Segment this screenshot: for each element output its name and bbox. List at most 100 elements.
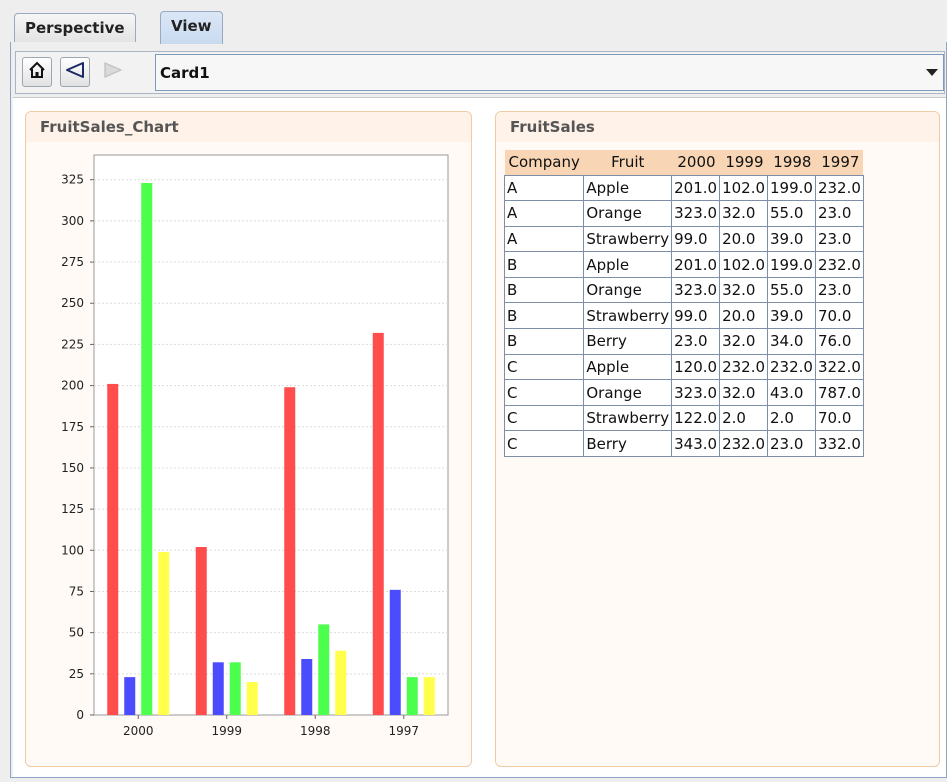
table-cell[interactable]: 232.0 (719, 353, 769, 381)
table-cell[interactable]: Orange (583, 276, 673, 304)
bar[interactable] (229, 662, 241, 715)
bar[interactable] (389, 589, 401, 715)
table-row[interactable]: B Strawberry 99.0 20.0 39.0 70.0 (503, 302, 864, 330)
table-cell[interactable]: C (503, 430, 585, 458)
table-cell[interactable]: 232.0 (767, 353, 816, 381)
bar[interactable] (372, 332, 384, 715)
tab-perspective[interactable]: Perspective (14, 13, 136, 43)
table-cell[interactable]: 32.0 (719, 379, 769, 406)
table-cell[interactable]: 102.0 (719, 174, 769, 202)
table-cell[interactable]: 332.0 (814, 430, 864, 458)
table-cell[interactable]: B (503, 251, 585, 278)
table-cell[interactable]: 23.0 (814, 200, 864, 227)
bar[interactable] (141, 183, 153, 715)
table-cell[interactable]: Apple (583, 353, 673, 381)
table-cell[interactable]: 232.0 (719, 430, 769, 458)
table-cell[interactable]: 232.0 (814, 174, 864, 202)
home-button[interactable] (22, 57, 52, 87)
table-cell[interactable]: 55.0 (767, 276, 816, 304)
column-header[interactable]: 2000 (671, 150, 720, 175)
table-cell[interactable]: Strawberry (583, 404, 673, 432)
table-row[interactable]: B Orange 323.0 32.0 55.0 23.0 (503, 276, 864, 304)
forward-button[interactable] (98, 57, 128, 87)
table-cell[interactable]: Apple (583, 251, 673, 278)
table-row[interactable]: C Apple 120.0 232.0 232.0 322.0 (503, 353, 864, 381)
bar[interactable] (335, 650, 347, 715)
tab-view[interactable]: View (160, 11, 223, 44)
table-cell[interactable]: B (503, 276, 585, 304)
column-header[interactable]: Fruit (583, 150, 672, 175)
table-row[interactable]: A Apple 201.0 102.0 199.0 232.0 (503, 174, 864, 202)
bar[interactable] (301, 659, 313, 715)
column-header[interactable]: Company (504, 150, 584, 175)
table-cell[interactable]: 20.0 (719, 225, 769, 253)
table-cell[interactable]: 201.0 (671, 251, 721, 278)
table-cell[interactable]: 122.0 (671, 404, 721, 432)
table-cell[interactable]: C (503, 379, 585, 406)
table-cell[interactable]: 20.0 (719, 302, 769, 330)
table-cell[interactable]: 199.0 (767, 251, 816, 278)
table-cell[interactable]: 232.0 (814, 251, 864, 278)
bar[interactable] (195, 547, 207, 715)
table-row[interactable]: C Strawberry 122.0 2.0 2.0 70.0 (503, 404, 864, 432)
table-row[interactable]: C Berry 343.0 232.0 23.0 332.0 (503, 430, 864, 458)
table-cell[interactable]: 34.0 (767, 328, 816, 355)
bar[interactable] (406, 677, 418, 715)
table-row[interactable]: B Apple 201.0 102.0 199.0 232.0 (503, 251, 864, 278)
table-cell[interactable]: 23.0 (671, 328, 721, 355)
table-row[interactable]: C Orange 323.0 32.0 43.0 787.0 (503, 379, 864, 406)
table-cell[interactable]: B (503, 328, 585, 355)
table-cell[interactable]: 55.0 (767, 200, 816, 227)
table-cell[interactable]: 99.0 (671, 302, 721, 330)
table-cell[interactable]: 70.0 (814, 302, 864, 330)
table-cell[interactable]: 70.0 (814, 404, 864, 432)
table-cell[interactable]: 39.0 (767, 225, 816, 253)
table-cell[interactable]: 102.0 (719, 251, 769, 278)
table-cell[interactable]: 23.0 (767, 430, 816, 458)
table-cell[interactable]: 23.0 (814, 225, 864, 253)
table-cell[interactable]: 2.0 (767, 404, 816, 432)
bar[interactable] (318, 624, 330, 715)
table-cell[interactable]: Orange (583, 200, 673, 227)
table-cell[interactable]: 23.0 (814, 276, 864, 304)
table-cell[interactable]: 76.0 (814, 328, 864, 355)
table-cell[interactable]: 323.0 (671, 276, 721, 304)
table-cell[interactable]: 43.0 (767, 379, 816, 406)
table-cell[interactable]: 2.0 (719, 404, 769, 432)
table-cell[interactable]: A (503, 225, 585, 253)
table-cell[interactable]: 32.0 (719, 200, 769, 227)
table-cell[interactable]: 323.0 (671, 200, 721, 227)
table-cell[interactable]: Apple (583, 174, 673, 202)
table-cell[interactable]: A (503, 174, 585, 202)
column-header[interactable]: 1998 (767, 150, 816, 175)
back-button[interactable] (60, 57, 90, 87)
table-cell[interactable]: C (503, 353, 585, 381)
table-cell[interactable]: 343.0 (671, 430, 721, 458)
bar[interactable] (212, 662, 224, 715)
table-row[interactable]: B Berry 23.0 32.0 34.0 76.0 (503, 328, 864, 355)
bar[interactable] (124, 677, 136, 715)
table-row[interactable]: A Orange 323.0 32.0 55.0 23.0 (503, 200, 864, 227)
table-cell[interactable]: Strawberry (583, 302, 673, 330)
bar[interactable] (423, 677, 435, 715)
table-cell[interactable]: 323.0 (671, 379, 721, 406)
column-header[interactable]: 1997 (815, 150, 864, 175)
card-select[interactable]: Card1 (155, 54, 944, 91)
table-row[interactable]: A Strawberry 99.0 20.0 39.0 23.0 (503, 225, 864, 253)
table-cell[interactable]: Berry (583, 430, 673, 458)
table-cell[interactable]: Orange (583, 379, 673, 406)
table-cell[interactable]: Berry (583, 328, 673, 355)
table-cell[interactable]: C (503, 404, 585, 432)
table-cell[interactable]: A (503, 200, 585, 227)
table-cell[interactable]: 39.0 (767, 302, 816, 330)
table-cell[interactable]: 201.0 (671, 174, 721, 202)
table-cell[interactable]: 32.0 (719, 276, 769, 304)
table-cell[interactable]: Strawberry (583, 225, 673, 253)
table-cell[interactable]: B (503, 302, 585, 330)
bar[interactable] (246, 682, 258, 715)
table-cell[interactable]: 32.0 (719, 328, 769, 355)
chevron-down-icon[interactable] (921, 55, 943, 90)
table-cell[interactable]: 120.0 (671, 353, 721, 381)
table-cell[interactable]: 99.0 (671, 225, 721, 253)
table-cell[interactable]: 322.0 (814, 353, 864, 381)
